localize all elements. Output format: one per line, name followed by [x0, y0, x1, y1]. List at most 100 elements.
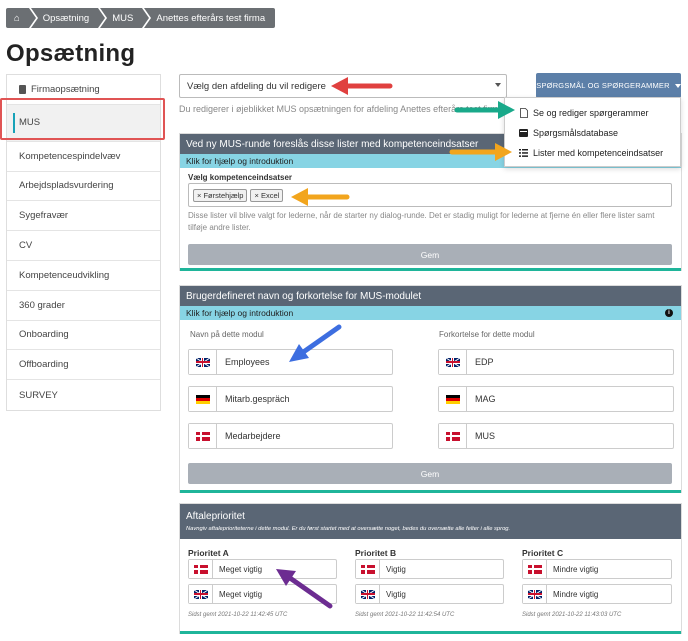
priority-a-dk-field[interactable]: Meget vigtig	[188, 559, 337, 579]
abbr-field-value: EDP	[475, 357, 494, 367]
field-value: Mindre vigtig	[553, 564, 599, 574]
department-select[interactable]: Vælg den afdeling du vil redigere	[179, 74, 507, 98]
priority-b-dk-field[interactable]: Vigtig	[355, 559, 504, 579]
competence-tag-input[interactable]: × Førstehjælp × Excel	[188, 183, 672, 207]
priority-panel: Aftaleprioritet Navngiv aftaleprioritete…	[179, 503, 682, 634]
uk-flag-icon	[189, 350, 217, 374]
chevron-down-icon	[495, 83, 501, 87]
save-button[interactable]: Gem	[188, 244, 672, 265]
menu-item-view-edit-frameworks[interactable]: Se og rediger spørgerammer	[505, 103, 680, 123]
abbr-field-en[interactable]: EDP	[438, 349, 674, 375]
panel-header: Aftaleprioritet Navngiv aftaleprioritete…	[180, 504, 681, 539]
field-value: Vigtig	[386, 564, 406, 574]
department-select-value: Vælg den afdeling du vil redigere	[187, 80, 326, 92]
breadcrumb-setup[interactable]: Opsætning	[30, 8, 108, 28]
name-field-dk[interactable]: Medarbejdere	[188, 423, 393, 449]
uk-flag-icon	[523, 585, 547, 603]
field-value: Vigtig	[386, 589, 406, 599]
name-label: Navn på dette modul	[190, 330, 264, 339]
panel-bottom-border	[180, 631, 681, 634]
priority-b-en-field[interactable]: Vigtig	[355, 584, 504, 604]
sidebar-item-label: Sygefravær	[19, 210, 69, 222]
denmark-flag-icon	[189, 424, 217, 448]
priority-a-en-field[interactable]: Meget vigtig	[188, 584, 337, 604]
menu-item-label: Lister med kompetenceindsatser	[533, 148, 664, 158]
sidebar-item-label: Offboarding	[19, 359, 69, 371]
questions-dropdown-menu: Se og rediger spørgerammer Spørgsmålsdat…	[504, 97, 681, 167]
info-icon[interactable]: i	[665, 309, 673, 317]
description-line-2: tilføje andre lister.	[188, 223, 251, 232]
abbr-field-dk[interactable]: MUS	[438, 423, 674, 449]
priority-b-header: Prioritet B	[355, 548, 397, 558]
breadcrumb: ⌂ Opsætning MUS Anettes efterårs test fi…	[6, 8, 277, 28]
sidebar-item-label: Onboarding	[19, 329, 69, 341]
save-button[interactable]: Gem	[188, 463, 672, 484]
panel-title: Brugerdefineret navn og forkortelse for …	[180, 286, 681, 306]
menu-item-question-database[interactable]: Spørgsmålsdatabase	[505, 123, 680, 143]
document-icon	[519, 108, 528, 118]
denmark-flag-icon	[439, 424, 467, 448]
list-icon	[519, 149, 528, 157]
last-saved: Sidst gemt 2021-10-22 11:43:03 UTC	[522, 612, 622, 618]
database-icon	[519, 129, 528, 137]
panel-bottom-border	[180, 490, 681, 493]
uk-flag-icon	[439, 350, 467, 374]
sidebar-item-arbejdspladsvurdering[interactable]: Arbejdspladsvurdering	[7, 172, 160, 202]
sidebar-item-onboarding[interactable]: Onboarding	[7, 321, 160, 351]
uk-flag-icon	[189, 585, 213, 603]
editing-hint: Du redigerer i øjeblikket MUS opsætninge…	[179, 104, 504, 114]
menu-item-label: Se og rediger spørgerammer	[533, 108, 649, 118]
tag-excel[interactable]: × Excel	[250, 188, 284, 202]
germany-flag-icon	[439, 387, 467, 411]
highlight-box	[0, 98, 165, 140]
help-toggle[interactable]: Klik for hjælp og introduktion i	[180, 306, 681, 320]
denmark-flag-icon	[356, 560, 380, 578]
priority-a-header: Prioritet A	[188, 548, 229, 558]
priority-c-en-field[interactable]: Mindre vigtig	[522, 584, 672, 604]
abbr-field-value: MAG	[475, 394, 496, 404]
field-value: Meget vigtig	[219, 589, 263, 599]
tag-forstehjaelp[interactable]: × Førstehjælp	[193, 188, 248, 202]
sidebar-item-kompetenceudvikling[interactable]: Kompetenceudvikling	[7, 261, 160, 291]
panel-bottom-border	[180, 268, 681, 271]
last-saved: Sidst gemt 2021-10-22 11:42:54 UTC	[355, 612, 455, 618]
menu-item-competence-lists[interactable]: Lister med kompetenceindsatser	[505, 143, 680, 163]
priority-c-dk-field[interactable]: Mindre vigtig	[522, 559, 672, 579]
questions-dropdown-label: SPØRGSMÅL OG SPØRGERAMMER	[536, 81, 670, 90]
denmark-flag-icon	[189, 560, 213, 578]
uk-flag-icon	[356, 585, 380, 603]
breadcrumb-company: Anettes efterårs test firma	[144, 8, 276, 28]
name-field-value: Mitarb.gespräch	[225, 394, 290, 404]
panel-title: Aftaleprioritet	[186, 511, 245, 522]
sidebar-item-label: 360 grader	[19, 299, 65, 311]
module-name-panel: Brugerdefineret navn og forkortelse for …	[179, 285, 682, 493]
name-field-en[interactable]: Employees	[188, 349, 393, 375]
sidebar-item-cv[interactable]: CV	[7, 231, 160, 261]
sidebar-item-survey[interactable]: SURVEY	[7, 380, 160, 410]
name-field-de[interactable]: Mitarb.gespräch	[188, 386, 393, 412]
sidebar-item-kompetencespindelvaev[interactable]: Kompetencespindelvæv	[7, 142, 160, 172]
sidebar-item-label: Arbejdspladsvurdering	[19, 180, 114, 192]
sidebar-item-offboarding[interactable]: Offboarding	[7, 350, 160, 381]
abbr-field-value: MUS	[475, 431, 495, 441]
sidebar-item-label: Firmaopsætning	[31, 83, 100, 95]
caret-down-icon	[674, 83, 681, 88]
abbr-field-de[interactable]: MAG	[438, 386, 674, 412]
germany-flag-icon	[189, 387, 217, 411]
sidebar-item-label: SURVEY	[19, 389, 58, 401]
abbr-label: Forkortelse for dette modul	[439, 330, 535, 339]
questions-dropdown-button[interactable]: SPØRGSMÅL OG SPØRGERAMMER	[536, 73, 681, 98]
name-field-value: Employees	[225, 357, 270, 367]
sidebar-item-label: Kompetenceudvikling	[19, 269, 110, 281]
sidebar-item-label: Kompetencespindelvæv	[19, 150, 121, 162]
page-title: Opsætning	[6, 40, 136, 67]
help-toggle-label: Klik for hjælp og introduktion	[186, 308, 294, 318]
home-icon[interactable]: ⌂	[6, 8, 38, 28]
sidebar-item-sygefravaer[interactable]: Sygefravær	[7, 201, 160, 232]
name-field-value: Medarbejdere	[225, 431, 281, 441]
menu-item-label: Spørgsmålsdatabase	[533, 128, 619, 138]
building-icon	[19, 84, 26, 94]
panel-subtitle: Navngiv aftaleprioriteterne i dette modu…	[186, 526, 511, 532]
sidebar-item-360-grader[interactable]: 360 grader	[7, 291, 160, 321]
sidebar-item-label: CV	[19, 240, 33, 252]
